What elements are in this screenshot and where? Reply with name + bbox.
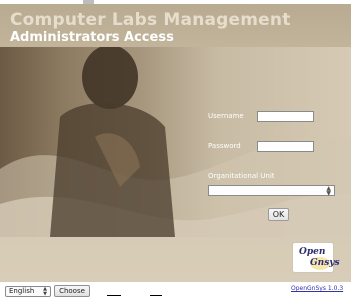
password-input[interactable] bbox=[257, 141, 314, 152]
opengnsys-logo: Open Gnsys bbox=[292, 242, 340, 273]
language-value: English bbox=[9, 287, 35, 295]
username-input[interactable] bbox=[257, 111, 314, 122]
organizational-unit-label: Organitational Unit bbox=[208, 172, 275, 180]
choose-language-button[interactable]: Choose bbox=[54, 285, 90, 297]
language-select-arrows-icon: ▲ ▼ bbox=[43, 286, 47, 297]
logo-text-line2: Gnsys bbox=[310, 258, 340, 268]
app-title: Computer Labs Management bbox=[10, 10, 291, 30]
version-link[interactable]: OpenGnSys 1.0.3 bbox=[291, 285, 343, 292]
username-label: Username bbox=[208, 112, 244, 120]
page-subtitle: Administrators Access bbox=[10, 30, 174, 45]
logo-text-line1: Open bbox=[299, 247, 326, 257]
language-select[interactable]: English ▲ ▼ bbox=[5, 286, 51, 297]
organizational-unit-select[interactable]: ▲ ▼ bbox=[208, 185, 335, 197]
bottom-stub-right bbox=[150, 295, 162, 301]
bottom-stub-left bbox=[107, 295, 121, 301]
person-silhouette bbox=[50, 47, 175, 237]
ok-button[interactable]: OK bbox=[268, 208, 289, 221]
select-arrows-icon: ▲ ▼ bbox=[326, 185, 331, 197]
password-label: Password bbox=[208, 142, 241, 150]
